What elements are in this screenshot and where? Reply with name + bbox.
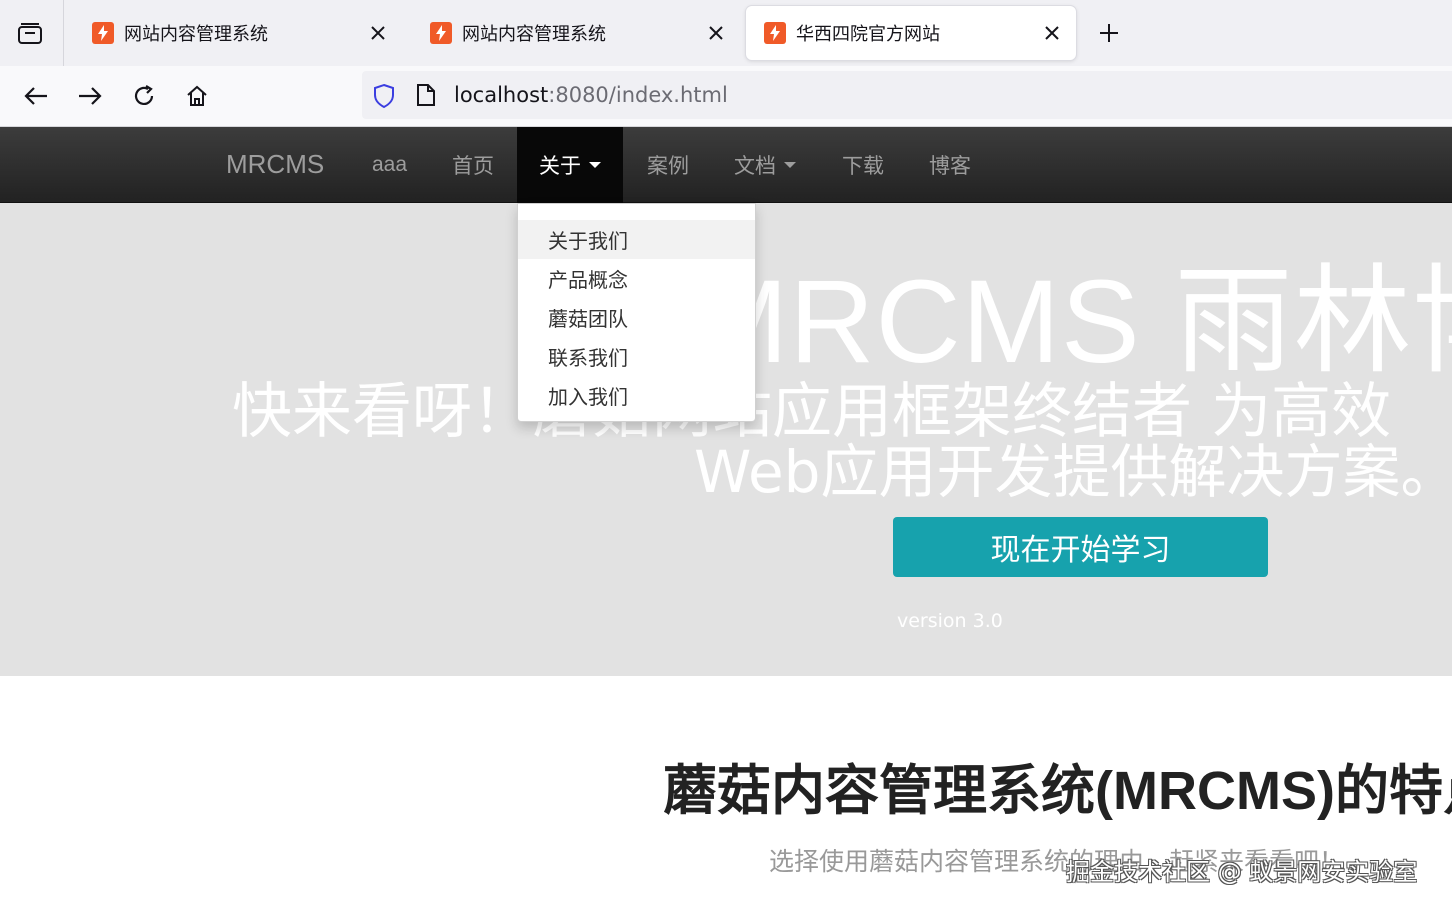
forward-arrow-icon[interactable] (74, 80, 106, 112)
hero-tagline-2: Web应用开发提供解决方案。 (694, 438, 1452, 506)
nav-item-about-label: 关于 (539, 155, 581, 178)
dropdown-item-join-us[interactable]: 加入我们 (518, 376, 755, 415)
new-tab-plus-icon[interactable] (1094, 18, 1124, 48)
tab-separator (63, 0, 64, 66)
tab-list-icon[interactable] (14, 18, 46, 50)
url-text[interactable]: localhost:8080/index.html (454, 83, 728, 107)
close-tab-icon[interactable] (1038, 19, 1066, 47)
site-navbar: MRCMS aaa 首页 关于 案例 文档 下载 博客 (0, 127, 1452, 203)
page-info-icon[interactable] (416, 83, 436, 111)
url-path: :8080/index.html (548, 83, 728, 107)
version-label: version 3.0 (897, 610, 1003, 632)
url-bar[interactable]: localhost:8080/index.html (362, 71, 1452, 119)
nav-item-about[interactable]: 关于 (517, 127, 623, 203)
reload-icon[interactable] (128, 80, 160, 112)
nav-item-cases[interactable]: 案例 (647, 127, 689, 203)
dropdown-item-contact-us[interactable]: 联系我们 (518, 337, 755, 376)
nav-item-docs-label: 文档 (734, 155, 776, 178)
about-dropdown-menu: 关于我们 产品概念 蘑菇团队 联系我们 加入我们 (517, 203, 756, 422)
tab-title: 网站内容管理系统 (124, 24, 268, 45)
browser-tab-2[interactable]: 网站内容管理系统 (412, 6, 740, 60)
tab-title: 网站内容管理系统 (462, 24, 606, 45)
start-learning-button[interactable]: 现在开始学习 (893, 517, 1268, 577)
watermark-text: 掘金技术社区 @ 蚁景网安实验室 (1066, 858, 1418, 886)
browser-tab-1[interactable]: 网站内容管理系统 (74, 6, 402, 60)
home-icon[interactable] (181, 80, 213, 112)
dropdown-item-team[interactable]: 蘑菇团队 (518, 298, 755, 337)
dropdown-item-about-us[interactable]: 关于我们 (518, 220, 755, 259)
features-title: 蘑菇内容管理系统(MRCMS)的特点 (663, 761, 1452, 821)
nav-item-download[interactable]: 下载 (842, 127, 884, 203)
browser-tab-bar: 网站内容管理系统 网站内容管理系统 华西四院官方网站 (0, 0, 1452, 66)
url-host: localhost (454, 83, 549, 107)
back-arrow-icon[interactable] (20, 80, 52, 112)
brand-logo-text[interactable]: MRCMS (226, 149, 324, 180)
nav-item-docs[interactable]: 文档 (734, 127, 796, 203)
caret-down-icon (784, 162, 796, 168)
bolt-icon (764, 22, 786, 44)
browser-toolbar: localhost:8080/index.html (0, 66, 1452, 127)
bolt-icon (430, 22, 452, 44)
nav-item-blog[interactable]: 博客 (929, 127, 971, 203)
nav-item-home[interactable]: 首页 (452, 127, 494, 203)
tab-title: 华西四院官方网站 (796, 24, 940, 45)
dropdown-item-product-concept[interactable]: 产品概念 (518, 259, 755, 298)
browser-tab-3-active[interactable]: 华西四院官方网站 (746, 6, 1076, 60)
features-section: 蘑菇内容管理系统(MRCMS)的特点 选择使用蘑菇内容管理系统的理由，赶紧来看看… (0, 676, 1452, 908)
nav-item-aaa[interactable]: aaa (372, 127, 407, 203)
close-tab-icon[interactable] (702, 19, 730, 47)
shield-icon[interactable] (372, 83, 396, 113)
caret-down-icon (589, 162, 601, 168)
bolt-icon (92, 22, 114, 44)
close-tab-icon[interactable] (364, 19, 392, 47)
